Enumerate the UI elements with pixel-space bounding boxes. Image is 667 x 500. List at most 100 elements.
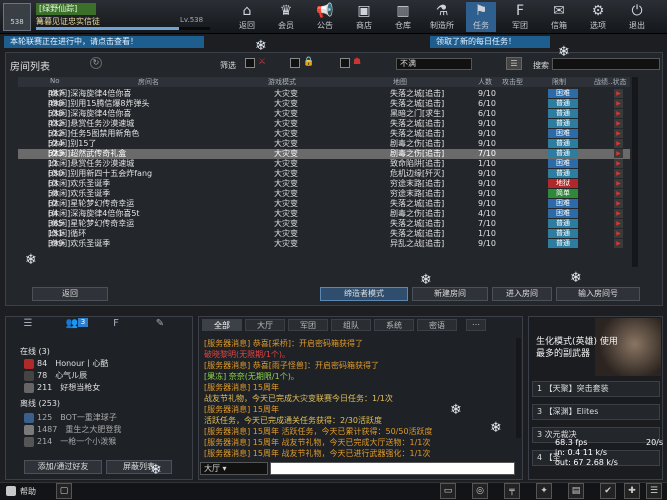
message-icon[interactable]: ✎ xyxy=(140,318,180,332)
chat-tab-3[interactable]: 组队 xyxy=(331,319,371,331)
friend-item[interactable]: 214 一枪一个小泼猴 xyxy=(24,436,116,447)
difficulty-badge: 困难 xyxy=(548,89,578,98)
table-row[interactable]: 523 [休闲]超然武传奇礼盒 大灾变 剧毒之伤[追击] 7/10 普通 ▶ xyxy=(18,149,630,159)
play-icon[interactable]: ▶ xyxy=(614,219,623,228)
chat-tab-4[interactable]: 系统 xyxy=(374,319,414,331)
chat-options-icon[interactable]: ⋯ xyxy=(466,319,486,331)
compass-icon[interactable]: ◎ xyxy=(472,483,488,499)
check-icon[interactable]: ✔ xyxy=(600,483,616,499)
enter-room-number-button[interactable]: 输入房间号 xyxy=(556,287,640,301)
capacity-select[interactable]: 不满 xyxy=(396,58,472,70)
play-icon[interactable]: ▶ xyxy=(614,99,623,108)
window-icon[interactable]: ▢ xyxy=(56,483,72,499)
friend-item[interactable]: 78 心气ル辰 xyxy=(24,370,87,381)
enter-room-button[interactable]: 进入房间 xyxy=(492,287,552,301)
cell-map: 失落之城[追击] xyxy=(390,129,445,138)
creator-mode-button[interactable]: 缔造者模式 xyxy=(320,287,408,301)
gift-icon[interactable]: ✚ xyxy=(624,483,640,499)
bag-icon[interactable]: ▤ xyxy=(568,483,584,499)
play-icon[interactable]: ▶ xyxy=(614,169,623,178)
table-row[interactable]: 365 [休闲]星轮梦幻传奇幸运 大灾变 失落之城[追击] 7/10 普通 ▶ xyxy=(18,219,630,229)
nav-9-button[interactable]: ⚙ 选项 xyxy=(583,2,613,32)
filter-checkbox-1[interactable] xyxy=(245,58,255,68)
daily-task-notice[interactable]: 领取了新的每日任务！ xyxy=(430,36,550,48)
play-icon[interactable]: ▶ xyxy=(614,209,623,218)
play-icon[interactable]: ▶ xyxy=(614,89,623,98)
nav-1-button[interactable]: ♛ 会员 xyxy=(271,2,301,32)
nav-8-button[interactable]: ✉ 信箱 xyxy=(544,2,574,32)
table-row[interactable]: 512 [休闲]任务5图禁用新角色 大灾变 失落之城[追击] 9/10 困难 ▶ xyxy=(18,129,630,139)
table-row[interactable]: 524 [休闲]别15了 大灾变 剧毒之伤[追击] 9/10 普通 ▶ xyxy=(18,139,630,149)
play-icon[interactable]: ▶ xyxy=(614,109,623,118)
table-row[interactable]: 151 [休闲]循环 大灾变 失落之城[追击] 1/10 普通 ▶ xyxy=(18,229,630,239)
friends-list-icon[interactable]: ☰ xyxy=(8,318,48,332)
chat-line: [服务器消息] 恭喜[采桥]：开启密码箱获得了 xyxy=(204,339,364,348)
add-friend-button[interactable]: 添加/通过好友 xyxy=(24,460,102,474)
nav-5-button[interactable]: ⚗ 制造所 xyxy=(427,2,457,32)
menu-icon[interactable]: ☰ xyxy=(646,483,662,499)
bottom-bar xyxy=(0,482,667,500)
play-icon[interactable]: ▶ xyxy=(614,199,623,208)
refresh-icon[interactable]: ↻ xyxy=(90,57,102,69)
friend-avatar xyxy=(24,382,34,393)
table-row[interactable]: 62 [休闲]星轮梦幻传奇幸运 大灾变 失落之城[追击] 9/10 困难 ▶ xyxy=(18,199,630,209)
chat-scrollbar[interactable] xyxy=(516,338,521,438)
table-row[interactable]: 538 [休闲]深海旋律4倍你喜 大灾变 黑暗之门[求生] 6/10 普通 ▶ xyxy=(18,109,630,119)
play-icon[interactable]: ▶ xyxy=(614,119,623,128)
chat-tab-5[interactable]: 密语 xyxy=(417,319,457,331)
new-room-button[interactable]: 新建房间 xyxy=(412,287,488,301)
filter-checkbox-3[interactable] xyxy=(340,58,350,68)
play-icon[interactable]: ▶ xyxy=(614,149,623,158)
room-list-scrollbar[interactable] xyxy=(632,77,638,267)
table-row[interactable]: 498 [休闲]别用15腾信爆8炸弹头 大灾变 失落之城[追击] 6/10 普通 ▶ xyxy=(18,99,630,109)
table-row[interactable]: 64 [休闲]深海旋律4倍你喜5t 大灾变 剧毒之伤[追击] 4/10 困难 ▶ xyxy=(18,209,630,219)
friend-item[interactable]: 211 好想当枪女 xyxy=(24,382,100,393)
table-row[interactable]: 650 [休闲]别用新四十五会炸fang 大灾变 危机边缘[歼灭] 9/10 普通 ▶ xyxy=(18,169,630,179)
chat-channel-select[interactable]: 大厅 ▾ xyxy=(200,462,268,475)
league-notice[interactable]: 本轮联赛正在进行中，请点击查看！ xyxy=(4,36,204,48)
help-label[interactable]: 帮助 xyxy=(20,486,36,497)
shoot-icon[interactable]: ✦ xyxy=(536,483,552,499)
table-row[interactable]: 50 [休闲]欢乐圣诞季 大灾变 穷途末路[追击] 9/10 简单 ▶ xyxy=(18,189,630,199)
back-button[interactable]: 返回 xyxy=(32,287,108,301)
filter-settings-icon[interactable]: ☰ xyxy=(506,57,522,70)
nav-6-button[interactable]: ⚑ 任务 xyxy=(466,2,496,32)
play-icon[interactable]: ▶ xyxy=(614,139,623,148)
play-icon[interactable]: ▶ xyxy=(614,159,623,168)
chat-tab-2[interactable]: 军团 xyxy=(288,319,328,331)
table-row[interactable]: 432 [休闲]悬赏任务沙漠速城 大灾变 失落之城[追击] 9/10 普通 ▶ xyxy=(18,119,630,129)
friend-item[interactable]: 1487 重生之大肥登我 xyxy=(24,424,121,435)
play-icon[interactable]: ▶ xyxy=(614,239,623,248)
friend-item[interactable]: 125 BOT一重津球子 xyxy=(24,412,117,423)
chat-input[interactable] xyxy=(270,462,515,475)
screen-icon[interactable]: ▭ xyxy=(440,483,456,499)
weapon-item[interactable]: 1 【天聚】突击套装 xyxy=(532,381,660,397)
nav-0-button[interactable]: ⌂ 返回 xyxy=(232,2,262,32)
play-icon[interactable]: ▶ xyxy=(614,129,623,138)
cell-mode: 大灾变 xyxy=(274,99,298,108)
table-row[interactable]: 11 [休闲]悬赏任务沙漠速城 大灾变 致命陷阱[追击] 1/10 困难 ▶ xyxy=(18,159,630,169)
legion-friends-icon[interactable]: F xyxy=(96,318,136,332)
nav-7-button[interactable]: F 军团 xyxy=(505,2,535,32)
chat-tab-0[interactable]: 全部 xyxy=(202,319,242,331)
nav-3-button[interactable]: ▣ 商店 xyxy=(349,2,379,32)
chat-tab-1[interactable]: 大厅 xyxy=(245,319,285,331)
table-row[interactable]: 63 [休闲]欢乐圣诞季 大灾变 穷途末路[追击] 9/10 地狱 ▶ xyxy=(18,179,630,189)
nav-4-button[interactable]: ▥ 仓库 xyxy=(388,2,418,32)
difficulty-badge: 普通 xyxy=(548,219,578,228)
nav-10-button[interactable]: ⏻ 退出 xyxy=(622,2,652,32)
play-icon[interactable]: ▶ xyxy=(614,229,623,238)
table-row[interactable]: 399 [休闲]欢乐圣诞季 大灾变 异乱之战[追击] 9/10 普通 ▶ xyxy=(18,239,630,249)
avatar[interactable]: 538 xyxy=(3,3,31,31)
friend-item[interactable]: 84 Honour丨心酷 xyxy=(24,358,108,369)
table-row[interactable]: 487 [休闲]深海旋律4倍你喜 大灾变 失落之城[追击] 9/10 困难 ▶ xyxy=(18,89,630,99)
play-icon[interactable]: ▶ xyxy=(614,179,623,188)
nav-label: 仓库 xyxy=(395,21,411,30)
weapon-item[interactable]: 3 【深渊】Elites xyxy=(532,404,660,420)
block-list-button[interactable]: 屏蔽列表 xyxy=(106,460,172,474)
nav-2-button[interactable]: 📢 公告 xyxy=(310,2,340,32)
weapon-icon[interactable]: ╤ xyxy=(504,483,520,499)
filter-checkbox-2[interactable] xyxy=(290,58,300,68)
help-icon[interactable] xyxy=(6,486,16,496)
play-icon[interactable]: ▶ xyxy=(614,189,623,198)
